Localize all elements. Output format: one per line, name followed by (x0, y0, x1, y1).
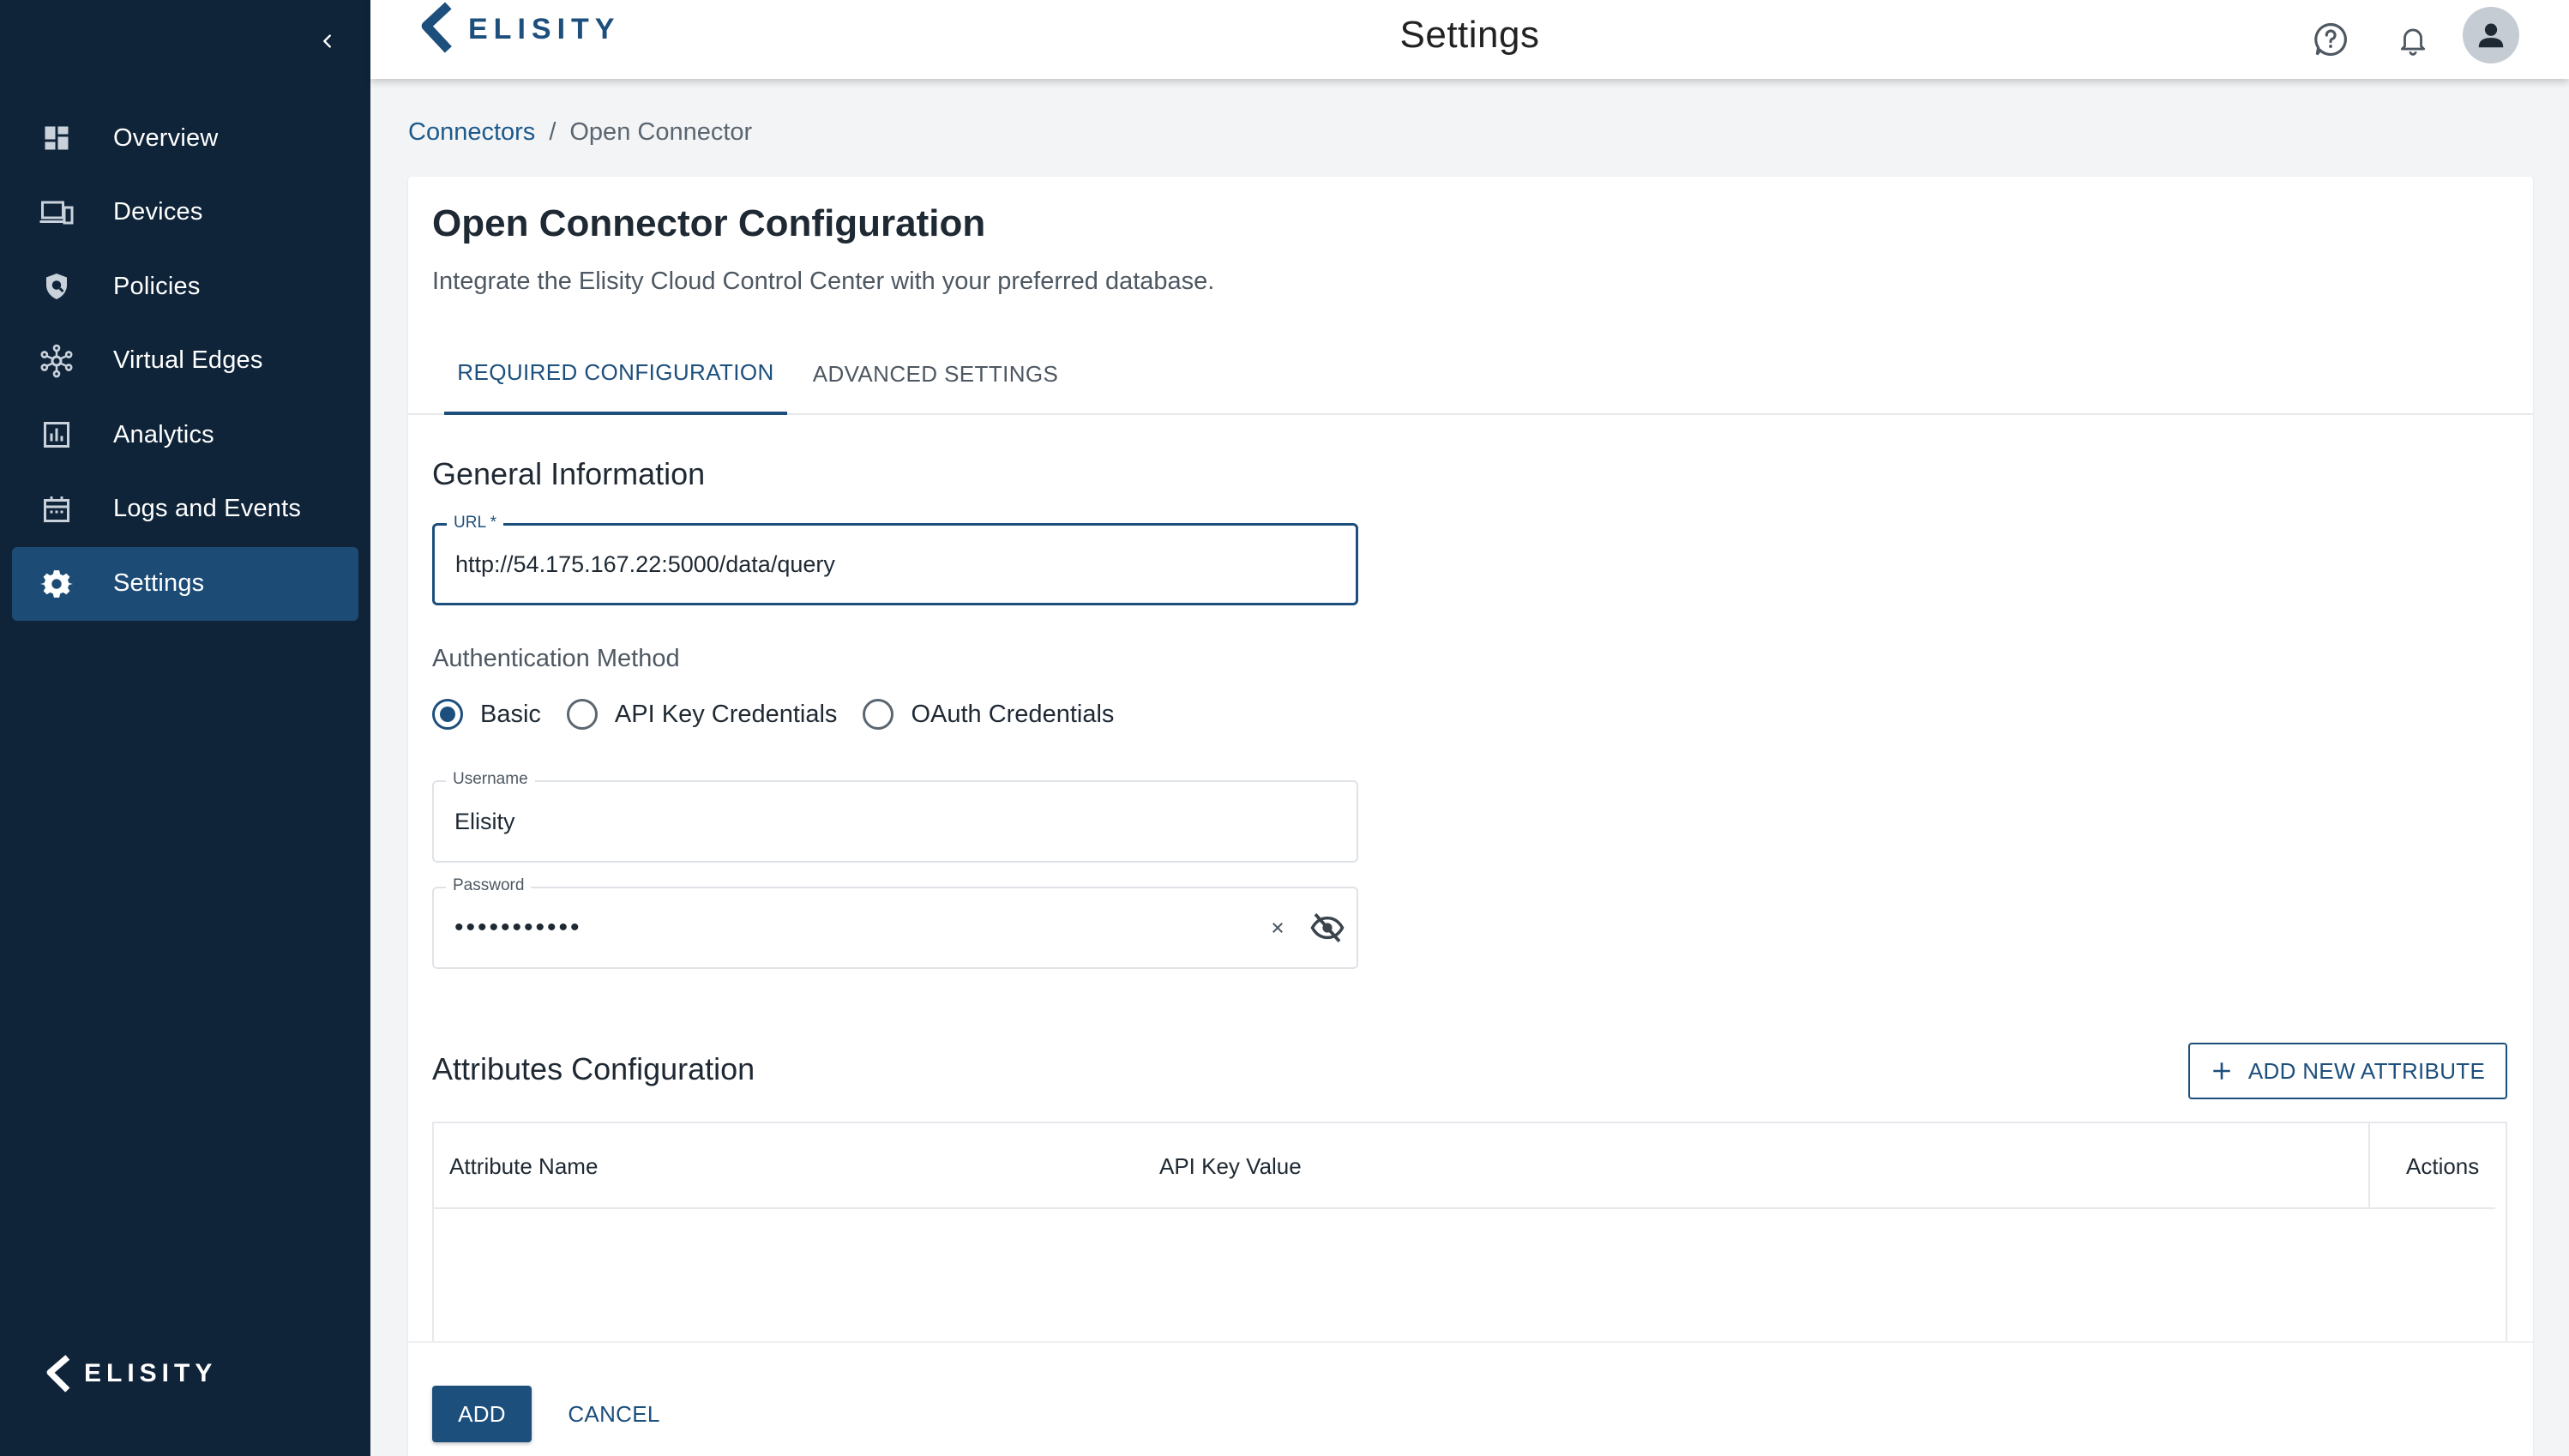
password-input[interactable]: ••••••••••• (454, 888, 582, 967)
shield-icon (12, 271, 113, 302)
user-avatar-button[interactable] (2463, 7, 2519, 63)
radio-label: API Key Credentials (614, 700, 838, 728)
sidebar-item-policies[interactable]: Policies (12, 250, 358, 323)
url-field[interactable]: URL * http://54.175.167.22:5000/data/que… (432, 514, 1358, 605)
add-new-attribute-button[interactable]: ADD NEW ATTRIBUTE (2188, 1043, 2507, 1099)
user-avatar-icon (2478, 23, 2504, 48)
sidebar-item-settings[interactable]: Settings (12, 546, 358, 621)
help-button[interactable] (2307, 15, 2355, 63)
breadcrumb-separator: / (549, 118, 557, 146)
sidebar-brand-logo: ELISITY (45, 1355, 217, 1393)
connector-config-card: Open Connector Configuration Integrate t… (408, 177, 2533, 1456)
eye-off-icon (1310, 912, 1345, 943)
sidebar-collapse-button[interactable] (310, 24, 345, 58)
sidebar-item-logs-and-events[interactable]: Logs and Events (12, 472, 358, 546)
sidebar-item-label: Settings (113, 569, 205, 598)
column-header-api-key-value[interactable]: API Key Value (1159, 1123, 1302, 1209)
password-field[interactable]: Password ••••••••••• (432, 876, 1358, 969)
sidebar-item-analytics[interactable]: Analytics (12, 398, 358, 472)
username-field[interactable]: Username Elisity (432, 770, 1358, 863)
radio-unchecked-icon (566, 699, 598, 730)
column-header-actions: Actions (2406, 1152, 2480, 1179)
sidebar-item-overview[interactable]: Overview (12, 101, 358, 175)
general-information-heading: General Information (432, 456, 706, 491)
radio-label: Basic (480, 700, 541, 728)
sidebar-item-label: Devices (113, 198, 203, 226)
gear-icon (12, 568, 113, 600)
help-icon (2314, 22, 2347, 57)
column-header-attribute-name[interactable]: Attribute Name (449, 1123, 598, 1209)
page-title: Settings (1399, 14, 1540, 56)
attributes-table: Attribute Name API Key Value Actions (432, 1122, 2507, 1345)
sidebar: Overview Devices Policies Virtual Edges … (0, 0, 370, 1456)
config-tabs: REQUIRED CONFIGURATION ADVANCED SETTINGS (408, 333, 2533, 415)
network-hub-icon (12, 344, 113, 378)
plus-icon (2213, 1062, 2230, 1080)
notifications-button[interactable] (2389, 15, 2437, 63)
sidebar-item-label: Analytics (113, 420, 214, 448)
card-subtitle: Integrate the Elisity Cloud Control Cent… (432, 268, 1215, 295)
breadcrumb-current: Open Connector (569, 118, 753, 146)
elisity-logo-icon (46, 1355, 70, 1393)
chevron-left-icon (323, 34, 331, 48)
toggle-password-visibility-button[interactable] (1309, 909, 1346, 947)
url-input[interactable]: http://54.175.167.22:5000/data/query (455, 526, 835, 603)
sidebar-item-label: Policies (113, 272, 201, 300)
sidebar-brand-text: ELISITY (84, 1359, 218, 1387)
dashboard-icon (12, 123, 113, 153)
authentication-method-radio-group: Basic API Key Credentials OAuth Credenti… (432, 693, 1140, 736)
breadcrumb-link-connectors[interactable]: Connectors (408, 118, 535, 147)
sidebar-item-label: Logs and Events (113, 495, 302, 523)
username-input[interactable]: Elisity (454, 782, 515, 861)
sidebar-nav: Overview Devices Policies Virtual Edges … (12, 101, 358, 621)
bell-icon (2400, 28, 2426, 56)
radio-checked-icon (432, 699, 463, 730)
clear-password-button[interactable] (1259, 909, 1297, 947)
radio-api-key-credentials[interactable]: API Key Credentials (566, 699, 838, 730)
column-divider (2368, 1123, 2370, 1209)
top-bar: ELISITY Settings (370, 0, 2569, 79)
sidebar-item-virtual-edges[interactable]: Virtual Edges (12, 324, 358, 398)
close-icon (1272, 923, 1283, 933)
authentication-method-label: Authentication Method (432, 645, 680, 672)
card-title: Open Connector Configuration (432, 202, 986, 244)
radio-unchecked-icon (863, 699, 894, 730)
form-actions: ADD CANCEL (408, 1341, 2533, 1456)
sidebar-item-devices[interactable]: Devices (12, 176, 358, 250)
sidebar-item-label: Virtual Edges (113, 346, 263, 375)
tab-advanced-settings[interactable]: ADVANCED SETTINGS (787, 333, 1084, 415)
attributes-configuration-heading: Attributes Configuration (432, 1051, 755, 1086)
bar-chart-icon (12, 419, 113, 450)
add-new-attribute-label: ADD NEW ATTRIBUTE (2247, 1057, 2486, 1084)
radio-basic[interactable]: Basic (432, 699, 541, 730)
breadcrumb: Connectors / Open Connector (408, 118, 752, 147)
calendar-icon (12, 494, 113, 525)
radio-label: OAuth Credentials (911, 700, 1115, 728)
cancel-button[interactable]: CANCEL (563, 1386, 665, 1442)
sidebar-item-label: Overview (113, 123, 219, 152)
add-button[interactable]: ADD (432, 1386, 532, 1442)
devices-icon (12, 197, 113, 228)
tab-required-configuration[interactable]: REQUIRED CONFIGURATION (444, 333, 787, 415)
attributes-table-header: Attribute Name API Key Value Actions (434, 1123, 2495, 1209)
radio-oauth-credentials[interactable]: OAuth Credentials (863, 699, 1114, 730)
